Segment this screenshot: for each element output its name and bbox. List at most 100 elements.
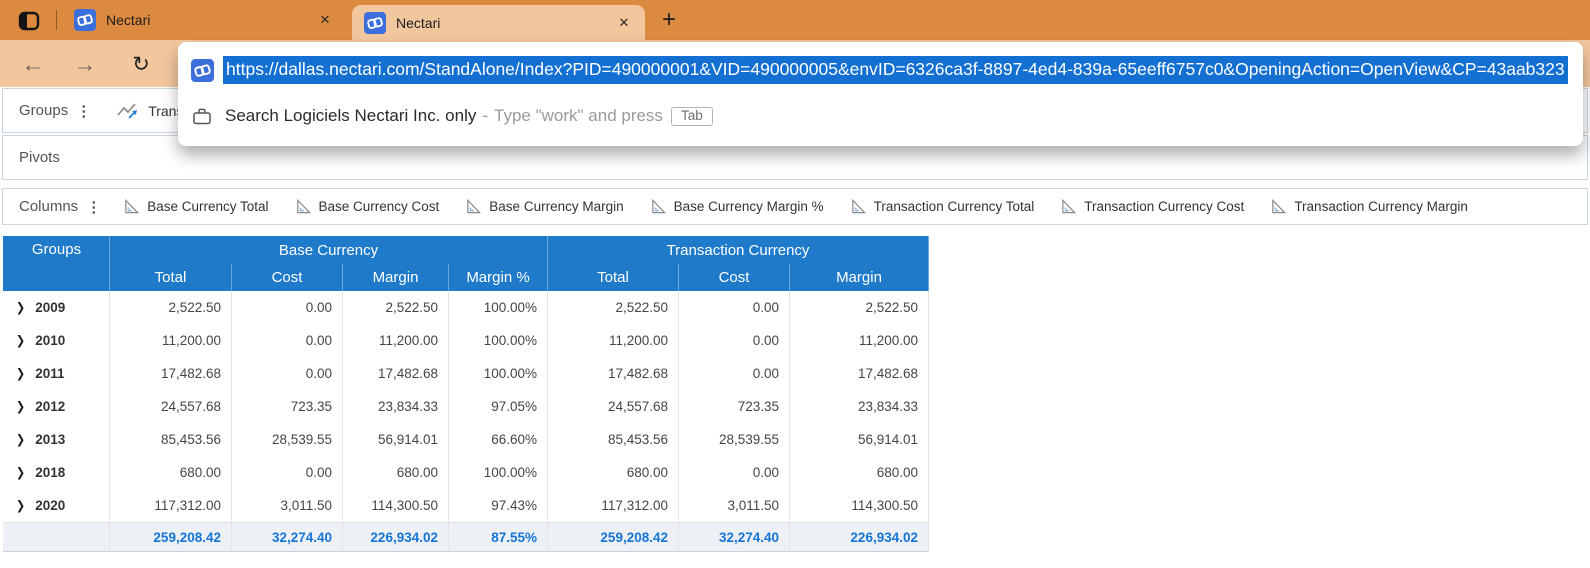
base-total-cell: 85,453.56 <box>110 423 232 456</box>
trans-cost-cell: 723.35 <box>679 390 790 423</box>
group-row-expander[interactable]: ❯ 2009 <box>3 291 110 324</box>
omnibox-dropdown: https://dallas.nectari.com/StandAlone/In… <box>178 42 1583 146</box>
base-cost-cell: 0.00 <box>232 456 343 489</box>
expand-chevron-icon[interactable]: ❯ <box>16 498 25 513</box>
group-row-expander[interactable]: ❯ 2020 <box>3 489 110 522</box>
base-cost-cell: 0.00 <box>232 324 343 357</box>
group-row-expander[interactable]: ❯ 2012 <box>3 390 110 423</box>
base-margin-cell: 11,200.00 <box>343 324 449 357</box>
expand-chevron-icon[interactable]: ❯ <box>16 465 25 480</box>
group-year-label: 2011 <box>35 366 64 381</box>
column-chip[interactable]: Transaction Currency Margin <box>1270 198 1468 215</box>
total-base-margin: 226,934.02 <box>343 522 449 552</box>
trans-cost-cell: 0.00 <box>679 357 790 390</box>
transaction-subheader-cell: Total <box>548 264 679 291</box>
group-year-label: 2020 <box>35 498 65 513</box>
group-year-label: 2009 <box>35 300 65 315</box>
column-chip[interactable]: Base Currency Cost <box>295 198 440 215</box>
columns-menu-button[interactable]: ⋮ <box>86 198 101 216</box>
trans-cost-cell: 0.00 <box>679 324 790 357</box>
omnibox-search-suggestion[interactable]: Search Logiciels Nectari Inc. only - Typ… <box>178 94 1583 138</box>
base-cost-cell: 3,011.50 <box>232 489 343 522</box>
url-text-selected[interactable]: https://dallas.nectari.com/StandAlone/In… <box>223 56 1568 84</box>
column-chip[interactable]: Base Currency Total <box>123 198 268 215</box>
column-chip[interactable]: Transaction Currency Total <box>850 198 1035 215</box>
refresh-button[interactable]: ↻ <box>126 49 156 79</box>
expand-chevron-icon[interactable]: ❯ <box>16 399 25 414</box>
trans-cost-cell: 0.00 <box>679 456 790 489</box>
trans-total-cell: 11,200.00 <box>548 324 679 357</box>
base-total-cell: 11,200.00 <box>110 324 232 357</box>
columns-band: Columns ⋮ Base Currency Total Base Curre… <box>2 188 1588 225</box>
column-chip[interactable]: Transaction Currency Cost <box>1060 198 1244 215</box>
groups-menu-button[interactable]: ⋮ <box>76 102 91 120</box>
column-chip-list: Base Currency Total Base Currency Cost B… <box>123 198 1468 215</box>
tab-title: Nectari <box>106 12 314 28</box>
tab-title: Nectari <box>396 15 613 31</box>
base-margin-cell: 680.00 <box>343 456 449 489</box>
expand-chevron-icon[interactable]: ❯ <box>16 432 25 447</box>
base-margin-pct-cell: 100.00% <box>449 291 548 324</box>
tab-close-icon[interactable]: ✕ <box>613 12 635 34</box>
transaction-currency-group-header: Transaction Currency <box>548 236 929 264</box>
trans-total-cell: 24,557.68 <box>548 390 679 423</box>
trans-margin-cell: 23,834.33 <box>790 390 929 423</box>
group-row-expander[interactable]: ❯ 2011 <box>3 357 110 390</box>
base-margin-pct-cell: 97.43% <box>449 489 548 522</box>
measure-triangle-icon <box>1060 198 1077 215</box>
back-button[interactable]: ← <box>18 49 48 79</box>
trans-margin-cell: 114,300.50 <box>790 489 929 522</box>
group-row-expander[interactable]: ❯ 2013 <box>3 423 110 456</box>
column-chip-label: Transaction Currency Margin <box>1294 199 1468 214</box>
group-row-expander[interactable]: ❯ 2010 <box>3 324 110 357</box>
expand-chevron-icon[interactable]: ❯ <box>16 333 25 348</box>
column-chip[interactable]: Base Currency Margin % <box>650 198 824 215</box>
omnibox-url-suggestion[interactable]: https://dallas.nectari.com/StandAlone/In… <box>178 49 1583 91</box>
column-chip-label: Base Currency Total <box>147 199 268 214</box>
trans-cost-cell: 0.00 <box>679 291 790 324</box>
trans-margin-cell: 17,482.68 <box>790 357 929 390</box>
column-chip-label: Base Currency Margin <box>489 199 623 214</box>
group-year-label: 2018 <box>35 465 65 480</box>
measure-triangle-icon <box>850 198 867 215</box>
trans-total-cell: 17,482.68 <box>548 357 679 390</box>
tab-actions-menu-button[interactable] <box>16 8 42 33</box>
tab-nectari-1[interactable]: Nectari ✕ <box>62 0 346 40</box>
base-total-cell: 117,312.00 <box>110 489 232 522</box>
tab-nectari-2-active[interactable]: Nectari ✕ <box>352 5 645 40</box>
search-hint-label: Type "work" and press <box>494 106 663 126</box>
group-row-expander[interactable]: ❯ 2018 <box>3 456 110 489</box>
base-cost-cell: 723.35 <box>232 390 343 423</box>
expand-chevron-icon[interactable]: ❯ <box>16 366 25 381</box>
base-margin-pct-cell: 97.05% <box>449 390 548 423</box>
new-tab-button[interactable]: + <box>655 6 683 34</box>
measure-triangle-icon <box>123 198 140 215</box>
base-margin-pct-cell: 100.00% <box>449 456 548 489</box>
nectari-favicon <box>191 59 214 82</box>
base-margin-cell: 17,482.68 <box>343 357 449 390</box>
trans-cost-cell: 28,539.55 <box>679 423 790 456</box>
forward-button[interactable]: → <box>70 49 100 79</box>
column-chip-label: Base Currency Margin % <box>674 199 824 214</box>
column-chip[interactable]: Base Currency Margin <box>465 198 623 215</box>
group-year-label: 2013 <box>35 432 65 447</box>
measure-trend-icon <box>117 101 141 120</box>
transaction-subheader-cell: Margin <box>790 264 929 291</box>
groups-band-label: Groups <box>19 102 68 119</box>
total-trans-margin: 226,934.02 <box>790 522 929 552</box>
transaction-subheader-cell: Cost <box>679 264 790 291</box>
pivot-table: Groups Base Currency Transaction Currenc… <box>3 236 929 552</box>
base-margin-cell: 23,834.33 <box>343 390 449 423</box>
trans-total-cell: 85,453.56 <box>548 423 679 456</box>
pivots-band-label: Pivots <box>19 149 60 166</box>
column-chip-label: Base Currency Cost <box>319 199 440 214</box>
trans-total-cell: 2,522.50 <box>548 291 679 324</box>
expand-chevron-icon[interactable]: ❯ <box>16 300 25 315</box>
base-cost-cell: 0.00 <box>232 357 343 390</box>
total-base-total: 259,208.42 <box>110 522 232 552</box>
base-margin-cell: 56,914.01 <box>343 423 449 456</box>
trans-margin-cell: 56,914.01 <box>790 423 929 456</box>
trans-cost-cell: 3,011.50 <box>679 489 790 522</box>
tab-close-icon[interactable]: ✕ <box>314 9 336 31</box>
base-margin-pct-cell: 100.00% <box>449 357 548 390</box>
